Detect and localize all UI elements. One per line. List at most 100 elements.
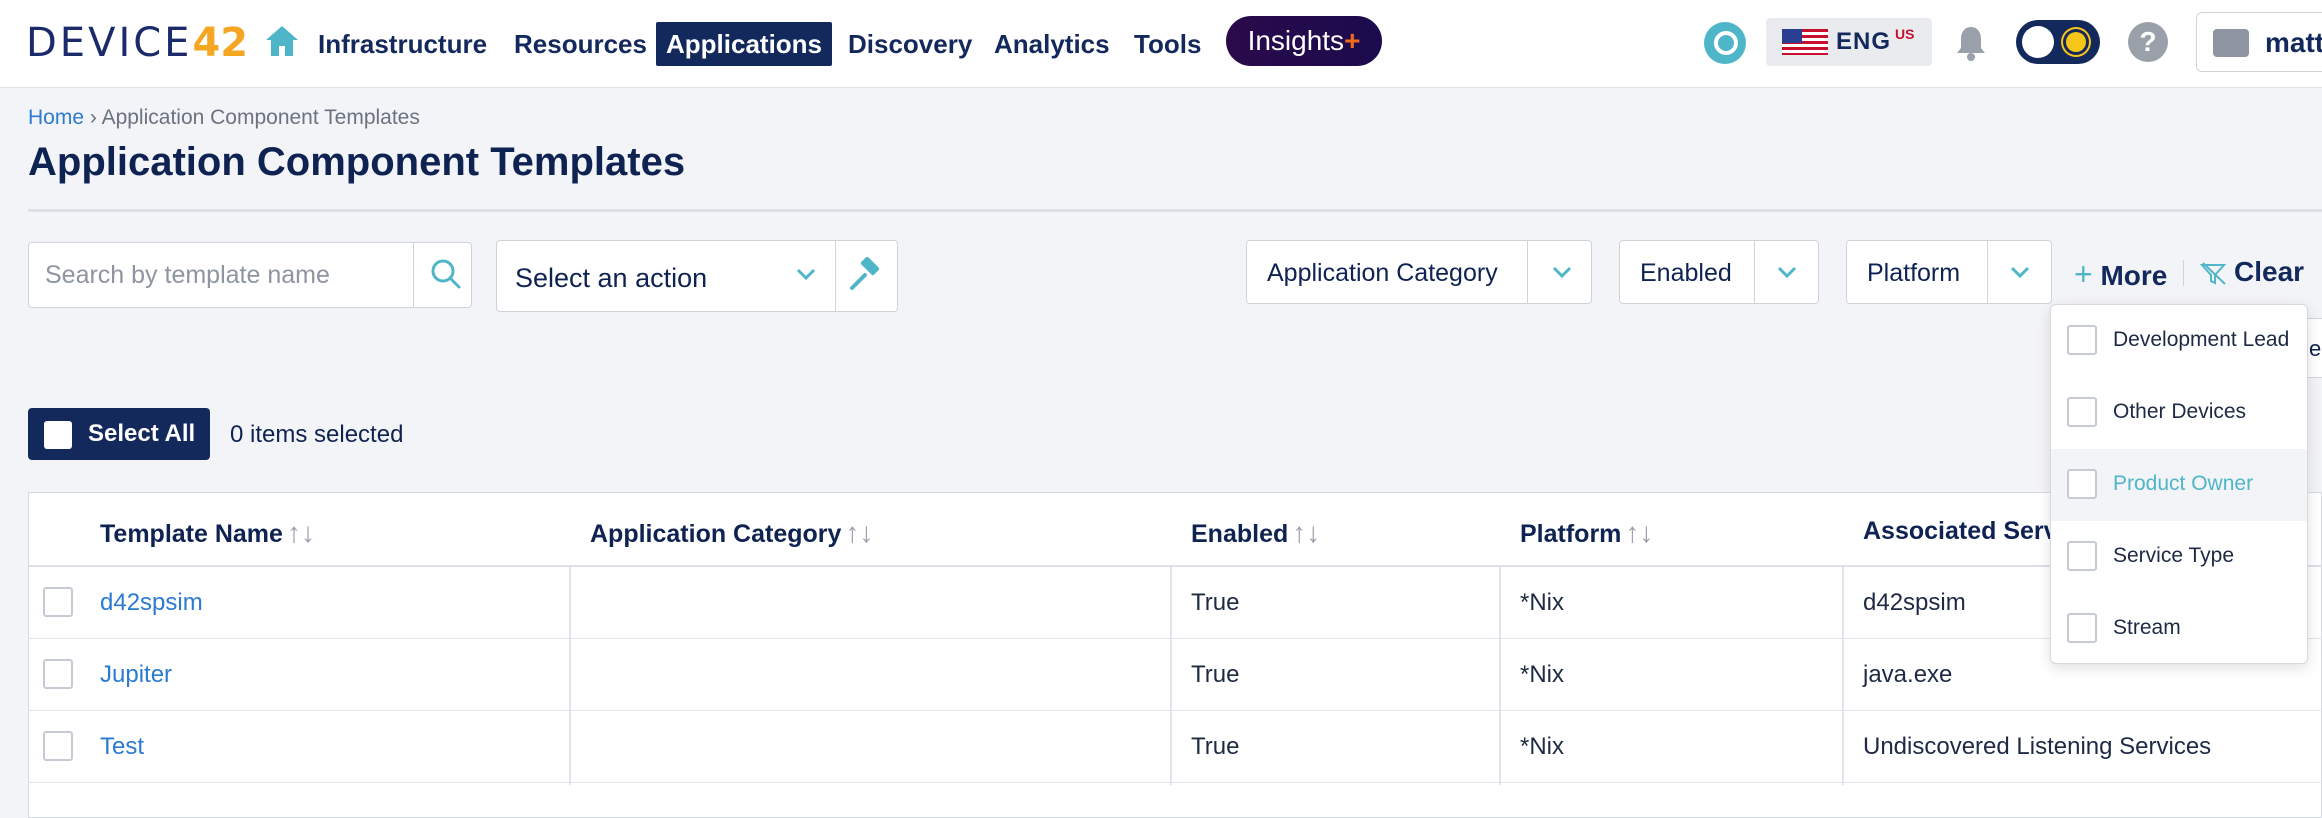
toggle-knob bbox=[2022, 26, 2054, 58]
insights-label: Insights bbox=[1247, 25, 1345, 56]
us-flag-icon bbox=[1782, 29, 1828, 55]
table-row: d42spsim True *Nix d42spsim bbox=[29, 567, 2322, 639]
column-label: Application Category bbox=[590, 520, 842, 548]
search-icon[interactable] bbox=[429, 257, 463, 291]
cell-associated-service: d42spsim bbox=[1863, 589, 1966, 616]
nav-analytics[interactable]: Analytics bbox=[984, 22, 1120, 66]
language-selector[interactable]: ENG US bbox=[1766, 18, 1932, 66]
top-navigation: DEVICE42 Infrastructure Resources Applic… bbox=[0, 0, 2322, 88]
option-label: Product Owner bbox=[2113, 472, 2254, 495]
filter-platform[interactable]: Platform bbox=[1846, 240, 2052, 304]
nav-infrastructure[interactable]: Infrastructure bbox=[308, 22, 497, 66]
theme-toggle[interactable] bbox=[2016, 20, 2100, 64]
option-label: Stream bbox=[2113, 616, 2181, 639]
language-code: ENG bbox=[1836, 28, 1892, 55]
logo-number: 42 bbox=[192, 20, 249, 66]
column-label: Enabled bbox=[1191, 520, 1289, 548]
cell-platform: *Nix bbox=[1520, 733, 1565, 760]
sort-icon[interactable]: ↑↓ bbox=[1292, 517, 1320, 548]
chevron-down-icon bbox=[2010, 266, 2030, 279]
template-name-link[interactable]: Jupiter bbox=[100, 661, 172, 689]
select-all-label: Select All bbox=[88, 420, 196, 447]
more-filters-button[interactable]: + More bbox=[2074, 256, 2167, 293]
toolbar-separator bbox=[2183, 260, 2184, 286]
template-name-link[interactable]: Test bbox=[100, 733, 144, 761]
clear-filters-button[interactable]: Clear bbox=[2199, 256, 2305, 288]
breadcrumb-home-link[interactable]: Home bbox=[28, 106, 84, 129]
more-filters-dropdown: Development Lead Other Devices Product O… bbox=[2050, 304, 2308, 664]
select-all-button[interactable]: Select All bbox=[28, 408, 210, 460]
nav-applications[interactable]: Applications bbox=[656, 22, 833, 66]
device42-logo[interactable]: DEVICE42 bbox=[26, 20, 248, 66]
hammer-icon[interactable] bbox=[847, 257, 883, 293]
chevron-down-icon bbox=[1777, 266, 1797, 279]
nav-discovery[interactable]: Discovery bbox=[838, 22, 982, 66]
option-checkbox[interactable] bbox=[2067, 469, 2097, 499]
cell-enabled: True bbox=[1191, 589, 1240, 616]
action-select[interactable]: Select an action bbox=[496, 240, 898, 312]
filter-divider bbox=[1754, 241, 1755, 303]
filter-label: Platform bbox=[1867, 259, 1961, 287]
option-stream[interactable]: Stream bbox=[2051, 593, 2307, 665]
clear-label: Clear bbox=[2234, 256, 2305, 287]
option-other-devices[interactable]: Other Devices bbox=[2051, 377, 2307, 449]
plus-icon: + bbox=[2074, 256, 2093, 292]
option-development-lead[interactable]: Development Lead bbox=[2051, 305, 2307, 377]
sort-icon[interactable]: ↑↓ bbox=[287, 517, 315, 548]
template-search bbox=[28, 242, 472, 308]
sort-icon[interactable]: ↑↓ bbox=[1625, 517, 1653, 548]
column-header-associated-services[interactable]: Associated Servi bbox=[1863, 517, 2065, 546]
cell-enabled: True bbox=[1191, 661, 1240, 688]
home-icon[interactable] bbox=[264, 24, 300, 58]
option-checkbox[interactable] bbox=[2067, 541, 2097, 571]
column-header-application-category[interactable]: Application Category ↑↓ bbox=[590, 517, 873, 549]
title-divider bbox=[28, 209, 2322, 212]
language-region: US bbox=[1895, 26, 1915, 42]
global-search-icon[interactable] bbox=[1704, 22, 1746, 64]
table-row: Test True *Nix Undiscovered Listening Se… bbox=[29, 711, 2322, 783]
column-header-platform[interactable]: Platform ↑↓ bbox=[1520, 517, 1653, 549]
insights-plus: + bbox=[1344, 25, 1361, 56]
column-label: Template Name bbox=[100, 520, 283, 548]
option-service-type[interactable]: Service Type bbox=[2051, 521, 2307, 593]
row-checkbox[interactable] bbox=[43, 587, 73, 617]
nav-tools[interactable]: Tools bbox=[1124, 22, 1211, 66]
more-label: More bbox=[2100, 260, 2168, 291]
nav-resources[interactable]: Resources bbox=[504, 22, 657, 66]
cell-platform: *Nix bbox=[1520, 661, 1565, 688]
column-header-enabled[interactable]: Enabled ↑↓ bbox=[1191, 517, 1320, 549]
sun-icon bbox=[2066, 32, 2086, 52]
template-name-link[interactable]: d42spsim bbox=[100, 589, 203, 617]
page-title: Application Component Templates bbox=[28, 140, 686, 184]
action-select-label: Select an action bbox=[515, 263, 708, 293]
templates-table: Template Name ↑↓ Application Category ↑↓ E… bbox=[28, 492, 2322, 818]
row-checkbox[interactable] bbox=[43, 731, 73, 761]
cell-associated-service: Undiscovered Listening Services bbox=[1863, 733, 2212, 760]
option-label: Service Type bbox=[2113, 544, 2235, 567]
filter-enabled[interactable]: Enabled bbox=[1619, 240, 1819, 304]
option-label: Other Devices bbox=[2113, 400, 2247, 423]
option-product-owner[interactable]: Product Owner bbox=[2051, 449, 2307, 521]
option-checkbox[interactable] bbox=[2067, 397, 2097, 427]
row-checkbox[interactable] bbox=[43, 659, 73, 689]
user-menu[interactable]: matt bbox=[2196, 12, 2322, 72]
filter-application-category[interactable]: Application Category bbox=[1246, 240, 1592, 304]
option-checkbox[interactable] bbox=[2067, 325, 2097, 355]
option-checkbox[interactable] bbox=[2067, 613, 2097, 643]
bell-icon[interactable] bbox=[1954, 24, 1988, 62]
filter-label: Application Category bbox=[1267, 259, 1498, 287]
chevron-down-icon bbox=[796, 268, 816, 281]
search-input[interactable] bbox=[45, 261, 415, 290]
breadcrumb: Home › Application Component Templates bbox=[28, 106, 420, 130]
help-icon[interactable]: ? bbox=[2128, 22, 2168, 62]
action-divider bbox=[835, 241, 836, 311]
column-label: Platform bbox=[1520, 520, 1622, 548]
filter-label: Enabled bbox=[1640, 259, 1732, 287]
column-label: Associated Servi bbox=[1863, 517, 2065, 545]
breadcrumb-current: Application Component Templates bbox=[101, 106, 420, 129]
insights-button[interactable]: Insights+ bbox=[1226, 16, 1382, 66]
column-header-template-name[interactable]: Template Name ↑↓ bbox=[100, 517, 315, 549]
select-all-checkbox[interactable] bbox=[44, 421, 72, 449]
filter-divider bbox=[1987, 241, 1988, 303]
sort-icon[interactable]: ↑↓ bbox=[845, 517, 873, 548]
